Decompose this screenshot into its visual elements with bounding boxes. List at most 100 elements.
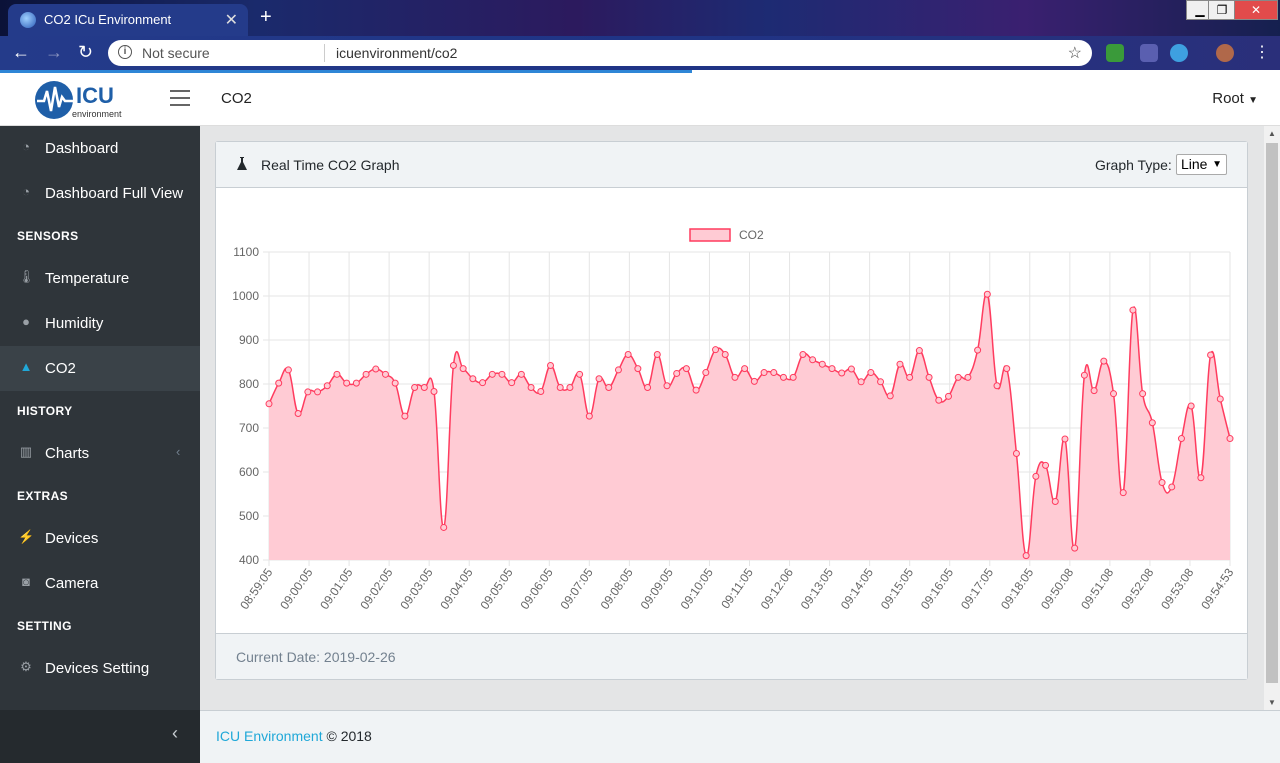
y-tick-label: 1000: [232, 289, 259, 303]
data-point: [906, 373, 914, 381]
restore-window-icon[interactable]: ❐: [1208, 0, 1236, 20]
data-point: [1148, 419, 1156, 427]
legend-label: CO2: [739, 228, 764, 242]
data-point: [886, 392, 894, 400]
bar-chart-icon: ▥: [19, 444, 33, 459]
x-tick-label: 09:00:05: [277, 565, 315, 612]
data-point: [508, 379, 516, 387]
data-point: [877, 378, 885, 386]
data-point: [479, 379, 487, 387]
data-point: [576, 370, 584, 378]
logo-text: ICU: [76, 83, 114, 108]
cloud-extension-icon[interactable]: [1170, 44, 1188, 62]
extension-icon[interactable]: [1106, 44, 1124, 62]
data-point: [1003, 365, 1011, 373]
data-point: [818, 360, 826, 368]
data-point: [721, 351, 729, 359]
graph-type-select[interactable]: Line ▼: [1176, 154, 1227, 175]
data-point: [537, 387, 545, 395]
data-point: [547, 362, 555, 370]
info-icon[interactable]: i: [118, 45, 132, 59]
sidebar-item-label: CO2: [45, 360, 76, 377]
sidebar-item-temperature[interactable]: 🌡︎ Temperature: [0, 256, 200, 301]
data-point: [954, 373, 962, 381]
data-point: [944, 392, 952, 400]
y-tick-label: 400: [239, 553, 259, 567]
user-menu[interactable]: Root ▼: [1212, 90, 1258, 107]
bookmark-star-icon[interactable]: ☆: [1068, 43, 1082, 63]
y-tick-label: 800: [239, 377, 259, 391]
graph-type-value: Line: [1181, 156, 1208, 172]
data-point: [401, 412, 409, 420]
x-tick-label: 09:03:05: [397, 565, 435, 612]
page-scrollbar[interactable]: ▲ ▼: [1264, 126, 1280, 710]
data-point: [411, 384, 419, 392]
x-tick-label: 09:05:05: [477, 565, 515, 612]
data-point: [343, 379, 351, 387]
data-point: [653, 351, 661, 359]
x-tick-label: 09:17:05: [958, 565, 996, 612]
browser-menu-icon[interactable]: ⋮: [1254, 42, 1270, 62]
caret-down-icon: ▼: [1248, 95, 1258, 106]
sidebar-item-devices[interactable]: ⚡ Devices: [0, 516, 200, 561]
url-text[interactable]: icuenvironment/co2: [336, 45, 457, 61]
browser-toolbar: ← → ↻ i Not secure icuenvironment/co2 ☆ …: [0, 36, 1280, 70]
back-icon[interactable]: ←: [12, 42, 30, 63]
data-point: [809, 356, 817, 364]
forward-icon[interactable]: →: [45, 42, 63, 63]
sidebar-item-dashboard[interactable]: ◔ Dashboard: [0, 126, 200, 171]
sidebar-section-title: HISTORY: [17, 404, 73, 418]
data-point: [556, 384, 564, 392]
sidebar-toggle-icon[interactable]: [170, 90, 190, 106]
x-tick-label: 09:04:05: [437, 565, 475, 612]
sidebar-minimizer[interactable]: ‹: [0, 710, 200, 763]
data-point: [828, 365, 836, 373]
browser-tab[interactable]: CO2 ICu Environment ✕: [8, 4, 248, 36]
sidebar-item-dashboard-full-view[interactable]: ◔ Dashboard Full View: [0, 171, 200, 216]
data-point: [779, 373, 787, 381]
close-window-icon[interactable]: ✕: [1234, 0, 1278, 20]
close-tab-icon[interactable]: ✕: [225, 10, 238, 30]
data-point: [284, 366, 292, 374]
data-point: [1090, 387, 1098, 395]
scrollbar-thumb[interactable]: [1266, 143, 1278, 683]
x-tick-label: 09:10:05: [678, 565, 716, 612]
data-point: [1216, 395, 1224, 403]
data-point: [1207, 351, 1215, 359]
sidebar-item-label: Temperature: [45, 270, 130, 287]
data-point: [799, 351, 807, 359]
scroll-down-icon[interactable]: ▼: [1268, 698, 1276, 707]
data-point: [333, 370, 341, 378]
sidebar-item-humidity[interactable]: ● Humidity: [0, 301, 200, 346]
sidebar-item-label: Charts: [45, 445, 90, 462]
user-name: Root: [1212, 90, 1244, 107]
sidebar-item-label: Dashboard: [45, 140, 119, 157]
caret-down-icon: ▼: [1212, 159, 1222, 170]
app-logo[interactable]: ICU environment: [34, 79, 134, 121]
y-tick-label: 1100: [233, 245, 259, 259]
data-point: [867, 369, 875, 377]
data-point: [731, 373, 739, 381]
sidebar-item-camera[interactable]: ◙ Camera: [0, 561, 200, 606]
sidebar-item-charts[interactable]: ▥ Charts ‹: [0, 431, 200, 476]
sidebar-item-co2[interactable]: ▲ CO2: [0, 346, 200, 391]
profile-avatar[interactable]: [1216, 44, 1234, 62]
address-bar[interactable]: i Not secure icuenvironment/co2 ☆: [108, 40, 1092, 66]
reload-icon[interactable]: ↻: [78, 42, 93, 63]
new-tab-icon[interactable]: +: [260, 6, 272, 29]
data-point: [352, 379, 360, 387]
scroll-up-icon[interactable]: ▲: [1268, 129, 1276, 138]
footer-link[interactable]: ICU Environment: [216, 728, 323, 744]
data-point: [265, 400, 273, 408]
x-tick-label: 09:50:08: [1038, 565, 1076, 612]
data-point: [1100, 357, 1108, 365]
graph-type-label: Graph Type:: [1095, 157, 1172, 173]
sidebar-item-label: Devices Setting: [45, 660, 150, 677]
browser-tab-title: CO2 ICu Environment: [44, 12, 172, 27]
sidebar-item-label: Camera: [45, 575, 99, 592]
extension-icon[interactable]: [1140, 44, 1158, 62]
data-point: [673, 369, 681, 377]
data-point: [517, 370, 525, 378]
data-point: [440, 523, 448, 531]
sidebar-item-devices-setting[interactable]: ⚙ Devices Setting: [0, 646, 200, 691]
